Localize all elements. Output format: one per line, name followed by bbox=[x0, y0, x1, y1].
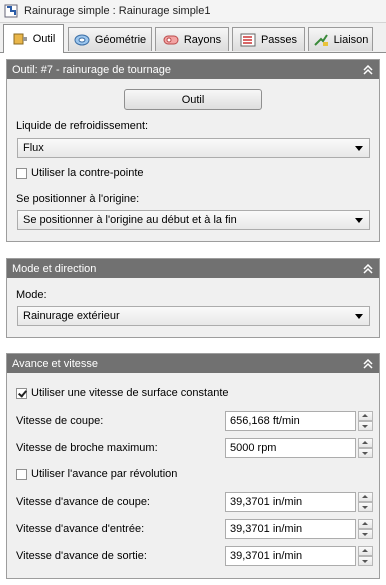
tailstock-label: Utiliser la contre-pointe bbox=[31, 167, 144, 179]
grooving-operation-icon bbox=[4, 4, 18, 18]
cutting-feed-field[interactable]: 39,3701 in/min bbox=[225, 492, 373, 512]
mode-label: Mode: bbox=[16, 289, 47, 301]
spin-up-icon[interactable] bbox=[358, 492, 373, 502]
spin-down-icon[interactable] bbox=[358, 556, 373, 566]
linking-icon bbox=[313, 33, 328, 46]
spin-up-icon[interactable] bbox=[358, 411, 373, 421]
spin-down-icon[interactable] bbox=[358, 448, 373, 458]
panel-header: Mode et direction bbox=[7, 259, 379, 278]
max-spindle-label: Vitesse de broche maximum: bbox=[16, 442, 158, 454]
window-title: Rainurage simple : Rainurage simple1 bbox=[24, 5, 211, 17]
tab-bar: Outil Géométrie Rayons Passes Liaison bbox=[0, 24, 386, 53]
coolant-select[interactable]: Flux bbox=[17, 138, 370, 158]
geometry-icon bbox=[74, 34, 90, 45]
mode-panel: Mode et direction Mode: Rainurage extéri… bbox=[6, 258, 380, 338]
tab-geometrie[interactable]: Géométrie bbox=[68, 27, 152, 51]
tab-content: Outil: #7 - rainurage de tournage Outil … bbox=[0, 53, 386, 585]
tab-passes[interactable]: Passes bbox=[232, 27, 305, 51]
tab-outil[interactable]: Outil bbox=[3, 24, 64, 53]
radii-icon bbox=[163, 35, 179, 44]
home-value: Se positionner à l'origine au début et à… bbox=[23, 214, 237, 226]
spin-down-icon[interactable] bbox=[358, 502, 373, 512]
tailstock-row[interactable]: Utiliser la contre-pointe bbox=[16, 167, 144, 179]
chevron-down-icon bbox=[355, 314, 363, 319]
lead-out-input[interactable]: 39,3701 in/min bbox=[225, 546, 356, 566]
panel-title: Mode et direction bbox=[12, 262, 97, 275]
tab-label: Outil bbox=[32, 33, 56, 45]
lead-in-input[interactable]: 39,3701 in/min bbox=[225, 519, 356, 539]
cutting-speed-input[interactable]: 656,168 ft/min bbox=[225, 411, 356, 431]
outil-panel: Outil: #7 - rainurage de tournage Outil … bbox=[6, 59, 380, 242]
coolant-value: Flux bbox=[23, 142, 44, 154]
home-label: Se positionner à l'origine: bbox=[16, 193, 140, 205]
tab-liaison[interactable]: Liaison bbox=[308, 27, 373, 51]
max-spindle-field[interactable]: 5000 rpm bbox=[225, 438, 373, 458]
panel-header: Outil: #7 - rainurage de tournage bbox=[7, 60, 379, 79]
cutting-feed-label: Vitesse d'avance de coupe: bbox=[16, 496, 150, 508]
spin-down-icon[interactable] bbox=[358, 421, 373, 431]
css-row[interactable]: Utiliser une vitesse de surface constant… bbox=[16, 387, 229, 399]
panel-title: Outil: #7 - rainurage de tournage bbox=[12, 63, 171, 76]
tailstock-checkbox[interactable] bbox=[16, 167, 27, 179]
lead-out-field[interactable]: 39,3701 in/min bbox=[225, 546, 373, 566]
collapse-icon[interactable] bbox=[363, 64, 373, 75]
tab-label: Rayons bbox=[183, 33, 222, 46]
title-bar: Rainurage simple : Rainurage simple1 bbox=[0, 0, 386, 23]
passes-icon bbox=[240, 33, 256, 46]
cutting-speed-label: Vitesse de coupe: bbox=[16, 415, 104, 427]
feed-per-rev-row[interactable]: Utiliser l'avance par révolution bbox=[16, 468, 177, 480]
tab-rayons[interactable]: Rayons bbox=[155, 27, 229, 51]
feed-per-rev-label: Utiliser l'avance par révolution bbox=[31, 468, 178, 480]
tool-icon bbox=[13, 33, 27, 45]
collapse-icon[interactable] bbox=[363, 263, 373, 274]
max-spindle-input[interactable]: 5000 rpm bbox=[225, 438, 356, 458]
tab-label: Passes bbox=[260, 33, 298, 46]
panel-title: Avance et vitesse bbox=[12, 357, 99, 370]
chevron-down-icon bbox=[355, 218, 363, 223]
home-select[interactable]: Se positionner à l'origine au début et à… bbox=[17, 210, 370, 230]
feed-per-rev-checkbox[interactable] bbox=[16, 468, 27, 480]
css-label: Utiliser une vitesse de surface constant… bbox=[31, 387, 229, 399]
cutting-feed-input[interactable]: 39,3701 in/min bbox=[225, 492, 356, 512]
lead-in-field[interactable]: 39,3701 in/min bbox=[225, 519, 373, 539]
lead-out-label: Vitesse d'avance de sortie: bbox=[16, 550, 147, 562]
coolant-label: Liquide de refroidissement: bbox=[16, 120, 149, 132]
spin-down-icon[interactable] bbox=[358, 529, 373, 539]
cutting-speed-field[interactable]: 656,168 ft/min bbox=[225, 411, 373, 431]
tab-label: Liaison bbox=[333, 33, 369, 46]
mode-value: Rainurage extérieur bbox=[23, 310, 120, 322]
spin-up-icon[interactable] bbox=[358, 519, 373, 529]
tab-label: Géométrie bbox=[94, 33, 147, 46]
spin-up-icon[interactable] bbox=[358, 438, 373, 448]
chevron-down-icon bbox=[355, 146, 363, 151]
collapse-icon[interactable] bbox=[363, 358, 373, 369]
tool-button[interactable]: Outil bbox=[124, 89, 262, 110]
lead-in-label: Vitesse d'avance d'entrée: bbox=[16, 523, 145, 535]
mode-select[interactable]: Rainurage extérieur bbox=[17, 306, 370, 326]
feed-panel: Avance et vitesse Utiliser une vitesse d… bbox=[6, 353, 380, 579]
css-checkbox[interactable] bbox=[16, 387, 27, 399]
panel-header: Avance et vitesse bbox=[7, 354, 379, 373]
spin-up-icon[interactable] bbox=[358, 546, 373, 556]
